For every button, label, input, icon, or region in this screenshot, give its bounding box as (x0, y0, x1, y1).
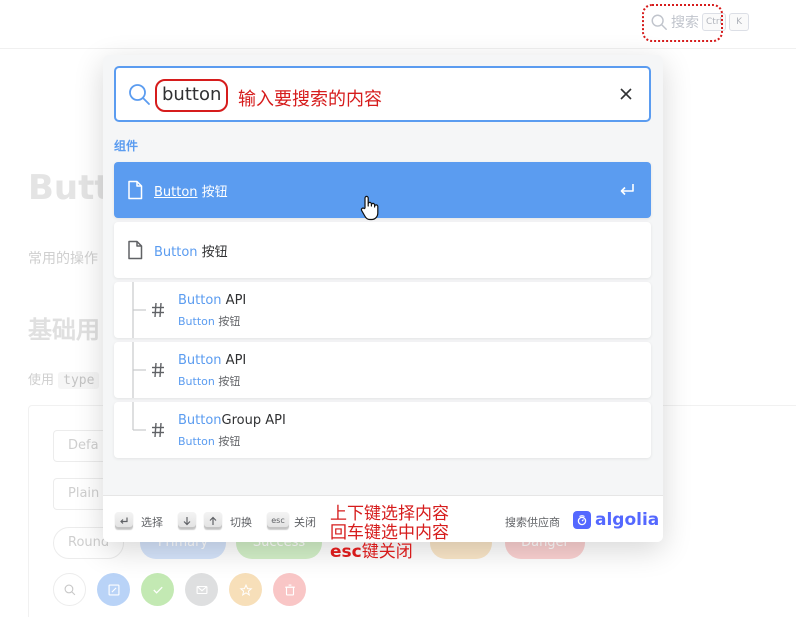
tree-connector-icon (132, 282, 146, 338)
result-item-heading[interactable]: ButtonGroup API Button 按钮 (114, 402, 651, 458)
arrow-up-icon (209, 516, 217, 525)
heading-path: Button 按钮 (178, 373, 240, 389)
result-title-rest: 按钮 (197, 245, 228, 260)
enter-return-icon (620, 184, 634, 196)
heading-path-highlight: Button (178, 435, 215, 448)
k-key-cap: K (729, 13, 750, 31)
annotation-esc: esc键关闭 (330, 543, 449, 562)
document-icon (128, 240, 143, 260)
heading-title-highlight: Button (178, 413, 222, 428)
tree-connector-icon (132, 342, 146, 398)
search-input[interactable]: button (155, 79, 229, 112)
annotation-nav: 上下键选择内容 (330, 504, 449, 524)
search-modal: button 输入要搜索的内容 组件 Button 按钮 Button 按钮 B… (103, 55, 663, 542)
hash-icon (152, 422, 164, 438)
close-label: 关闭 (294, 516, 316, 529)
circle-edit-button[interactable] (97, 573, 130, 606)
search-icon (64, 584, 75, 595)
result-item[interactable]: Button 按钮 (114, 222, 651, 278)
heading-title-highlight: Button (178, 353, 222, 368)
result-title-rest: 按钮 (197, 185, 228, 200)
heading-title-rest: API (221, 293, 247, 308)
trash-icon (284, 584, 295, 595)
result-title: Button 按钮 (154, 181, 228, 200)
algolia-link[interactable]: algolia (573, 510, 659, 530)
search-provider-label: 搜索供应商 (505, 516, 560, 529)
arrow-down-icon (183, 516, 191, 525)
annotation-esc-rest: 键关闭 (361, 542, 413, 562)
heading-path: Button 按钮 (178, 313, 240, 329)
result-title-highlight: Button (154, 245, 198, 260)
result-title: Button 按钮 (154, 241, 228, 260)
page-description: 常用的操作 (28, 251, 98, 267)
tree-connector-icon (132, 402, 146, 431)
result-item-heading[interactable]: Button API Button 按钮 (114, 342, 651, 398)
heading-title-rest: API (221, 353, 247, 368)
circle-check-button[interactable] (141, 573, 174, 606)
algolia-brand: algolia (595, 510, 660, 530)
result-item-heading[interactable]: Button API Button 按钮 (114, 282, 651, 338)
heading-path-highlight: Button (178, 315, 215, 328)
arrow-down-key (178, 512, 196, 529)
heading-path-rest: 按钮 (214, 375, 241, 388)
heading-path-highlight: Button (178, 375, 215, 388)
circle-delete-button[interactable] (273, 573, 306, 606)
result-title-highlight: Button (154, 185, 198, 200)
algolia-logo-icon (573, 511, 591, 529)
usage-text: 使用 type (28, 369, 100, 389)
enter-key (115, 512, 133, 529)
hash-icon (152, 362, 164, 378)
usage-code: type (58, 372, 100, 389)
circle-message-button[interactable] (185, 573, 218, 606)
heading-path: Button 按钮 (178, 433, 240, 449)
hash-icon (152, 302, 164, 318)
arrow-up-key (204, 512, 222, 529)
annotation-esc-key: esc (330, 542, 362, 562)
check-icon (152, 586, 163, 594)
heading-title-rest: Group API (221, 413, 286, 428)
close-icon (620, 88, 632, 100)
section-heading: 基础用 (28, 316, 100, 344)
circle-search-button[interactable] (53, 573, 86, 606)
search-form[interactable]: button 输入要搜索的内容 (114, 66, 651, 122)
heading-title-highlight: Button (178, 293, 222, 308)
usage-prefix: 使用 (28, 373, 55, 388)
mail-icon (196, 585, 207, 594)
document-icon (128, 180, 143, 200)
esc-key: esc (267, 512, 289, 529)
heading-title: Button API (178, 293, 246, 308)
result-item-active[interactable]: Button 按钮 (114, 162, 651, 218)
select-label: 选择 (141, 516, 163, 529)
top-navbar: 搜索 Ctrl K (0, 0, 796, 49)
keyboard-help-annotation: 上下键选择内容 回车键选中内容 esc键关闭 (330, 505, 449, 562)
heading-path-rest: 按钮 (214, 435, 241, 448)
heading-title: ButtonGroup API (178, 413, 286, 428)
edit-icon (108, 584, 119, 595)
star-icon (238, 583, 253, 596)
circle-star-button[interactable] (229, 573, 262, 606)
heading-title: Button API (178, 353, 246, 368)
search-input-annotation: 输入要搜索的内容 (238, 89, 382, 110)
enter-key-icon (120, 517, 128, 524)
switch-label: 切换 (230, 516, 252, 529)
clear-search-button[interactable] (615, 83, 637, 105)
annotation-enter: 回车键选中内容 (330, 523, 449, 543)
search-button-annotation-ring (642, 4, 723, 42)
search-icon (129, 84, 150, 105)
heading-path-rest: 按钮 (214, 315, 241, 328)
results-section-label: 组件 (114, 139, 139, 153)
hand-pointer-cursor-icon (360, 195, 379, 221)
